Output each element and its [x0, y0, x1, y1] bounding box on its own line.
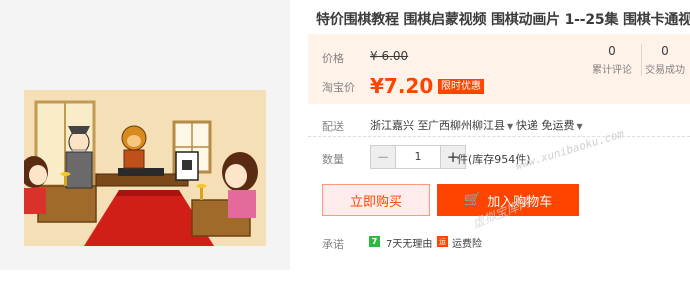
ship-from: 浙江嘉兴 至: [370, 119, 429, 132]
chevron-down-icon: ▼: [507, 122, 514, 131]
product-page: 特价围棋教程 围棋启蒙视频 围棋动画片 1--25集 围棋卡通视频 价格 ¥ 6…: [0, 0, 690, 290]
shipping-insurance-icon: 运: [437, 236, 448, 247]
promo-badge: 限时优惠: [438, 79, 484, 94]
decrement-button[interactable]: −: [371, 146, 395, 168]
quantity-stepper: − 1 +: [370, 145, 466, 169]
shipping-insurance-text[interactable]: 运费险: [452, 235, 482, 250]
ship-method-value: 快递 免运费: [516, 119, 575, 132]
current-price: ¥7.20: [370, 74, 434, 98]
original-price: ¥ 6.00: [370, 49, 409, 63]
price-label: 价格: [322, 52, 344, 65]
stat-reviews[interactable]: 0 累计评论: [584, 44, 640, 76]
quantity-label: 数量: [322, 153, 344, 166]
product-image[interactable]: [24, 90, 266, 246]
stat-transactions-value: 0: [661, 44, 669, 58]
promise-label: 承诺: [322, 238, 344, 251]
product-image-pane: [0, 0, 290, 270]
seven-day-icon: 7: [369, 236, 380, 247]
stat-transactions-caption: 交易成功: [645, 65, 685, 76]
product-title: 特价围棋教程 围棋启蒙视频 围棋动画片 1--25集 围棋卡通视频: [316, 12, 690, 28]
taobao-price-label: 淘宝价: [322, 81, 355, 94]
watermark-url: www.xunibaoku.com: [514, 127, 626, 173]
ship-to-value: 广西柳州柳江县: [428, 119, 505, 132]
stat-transactions: 0 交易成功: [637, 44, 690, 76]
seven-day-text[interactable]: 7天无理由: [386, 235, 432, 250]
buy-now-button[interactable]: 立即购买: [322, 184, 430, 216]
cartoon-illustration: [24, 90, 266, 246]
chevron-down-icon: ▼: [576, 122, 583, 131]
ship-method-select[interactable]: 快递 免运费 ▼: [516, 117, 583, 133]
cart-icon: 🛒: [463, 192, 482, 208]
ship-to-select[interactable]: 广西柳州柳江县 ▼: [428, 117, 513, 133]
quantity-input[interactable]: 1: [395, 146, 441, 168]
stat-reviews-caption: 累计评论: [592, 65, 632, 76]
stat-reviews-value: 0: [608, 44, 616, 58]
delivery-label: 配送: [322, 120, 344, 133]
divider: [308, 136, 690, 137]
